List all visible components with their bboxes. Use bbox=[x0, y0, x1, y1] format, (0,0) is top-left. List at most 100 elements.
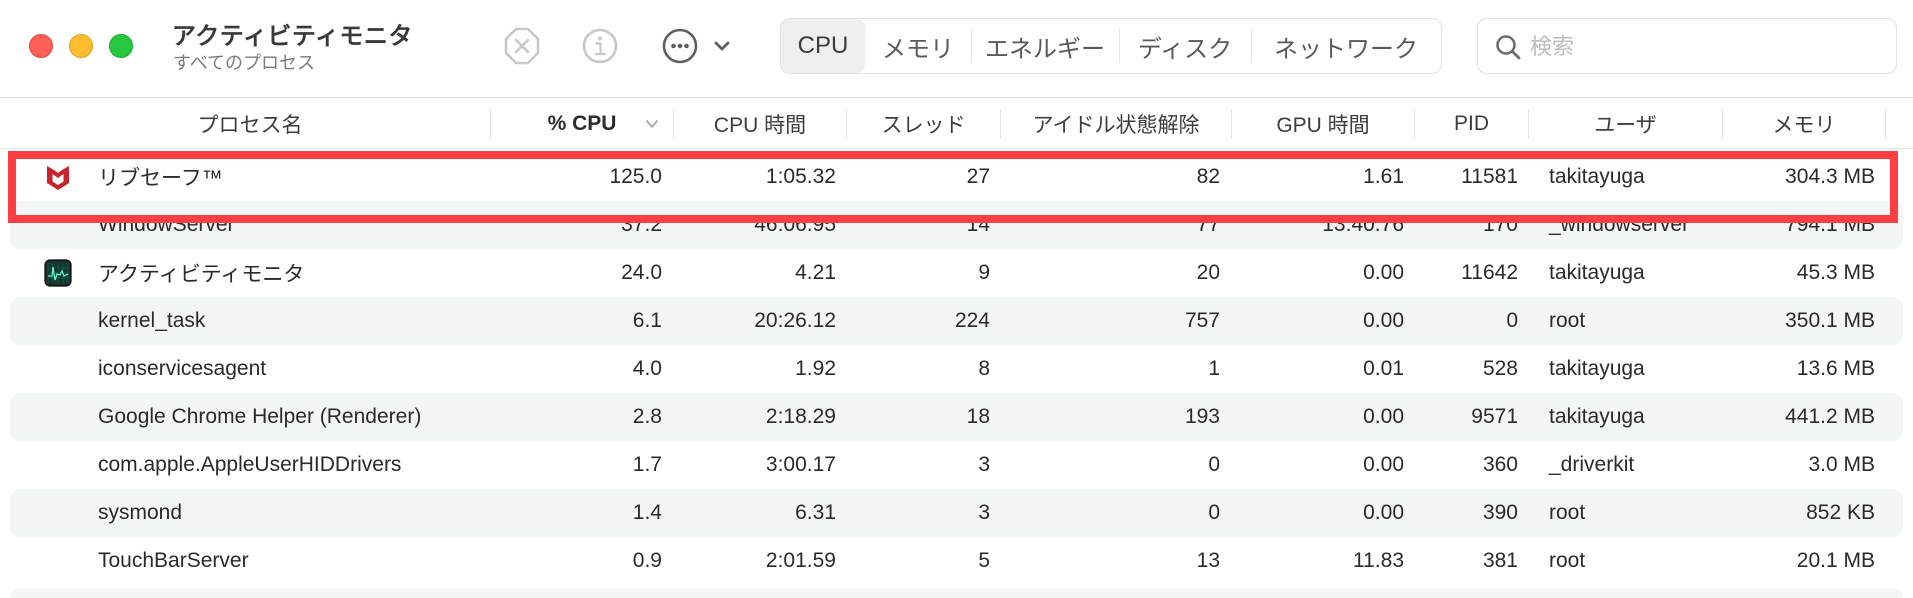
table-row[interactable]: sysmond 1.4 6.31 3 0 0.00 390 root 852 K… bbox=[10, 489, 1903, 537]
cell-cpu-time: 1.92 bbox=[795, 357, 836, 380]
table-row[interactable]: アクティビティモニタ 24.0 4.21 9 20 0.00 11642 tak… bbox=[10, 249, 1903, 297]
table-row[interactable]: WindowServer 37.2 46:06.95 14 77 13:40.7… bbox=[10, 201, 1903, 249]
cell-gpu-time: 0.01 bbox=[1363, 357, 1404, 380]
table-row[interactable]: Google Chrome Helper (Renderer) 2.8 2:18… bbox=[10, 393, 1903, 441]
cell-gpu-time: 0.00 bbox=[1363, 501, 1404, 524]
column-threads[interactable]: スレッド bbox=[847, 99, 1000, 149]
column-cpu-time[interactable]: CPU 時間 bbox=[674, 99, 846, 149]
cell-process-name: Google Chrome Helper (Renderer) bbox=[98, 405, 422, 428]
mcafee-shield-icon bbox=[44, 163, 72, 191]
cell-user: _driverkit bbox=[1549, 453, 1635, 476]
tab-memory[interactable]: メモリ bbox=[865, 19, 971, 73]
cell-gpu-time: 0.00 bbox=[1363, 261, 1404, 284]
more-actions-icon bbox=[662, 28, 698, 64]
table-row[interactable]: リブセーフ™ 125.0 1:05.32 27 82 1.61 11581 ta… bbox=[10, 153, 1903, 201]
search-field[interactable] bbox=[1477, 18, 1897, 74]
cell-cpu-percent: 1.7 bbox=[632, 453, 662, 476]
tab-cpu[interactable]: CPU bbox=[781, 19, 865, 73]
cell-process-name: kernel_task bbox=[98, 309, 206, 332]
cell-user: _windowserver bbox=[1549, 213, 1690, 236]
cell-memory: 441.2 MB bbox=[1785, 405, 1875, 428]
cell-user: takitayuga bbox=[1549, 261, 1645, 284]
info-icon bbox=[582, 28, 618, 64]
cell-cpu-time: 4.21 bbox=[795, 261, 836, 284]
cell-pid: 528 bbox=[1482, 357, 1518, 380]
cell-memory: 304.3 MB bbox=[1785, 165, 1875, 188]
window-title: アクティビティモニタ bbox=[172, 23, 413, 50]
cell-user: takitayuga bbox=[1549, 357, 1645, 380]
stop-process-button[interactable] bbox=[502, 26, 542, 66]
cell-idle-wakeups: 193 bbox=[1184, 405, 1220, 428]
column-cpu-percent-label: % CPU bbox=[547, 112, 617, 135]
cell-memory: 20.1 MB bbox=[1796, 549, 1875, 572]
table-row[interactable]: iconservicesagent 4.0 1.92 8 1 0.01 528 … bbox=[10, 345, 1903, 393]
cell-cpu-percent: 125.0 bbox=[609, 165, 662, 188]
minimize-window-button[interactable] bbox=[69, 34, 93, 58]
cell-pid: 11581 bbox=[1461, 165, 1518, 188]
window-subtitle: すべてのプロセス bbox=[173, 53, 316, 73]
table-row[interactable]: com.apple.AppleUserHIDDrivers 1.7 3:00.1… bbox=[10, 441, 1903, 489]
stop-process-icon bbox=[504, 27, 540, 65]
more-actions-button[interactable] bbox=[660, 26, 700, 66]
column-pid[interactable]: PID bbox=[1415, 99, 1528, 149]
cell-cpu-percent: 37.2 bbox=[621, 213, 662, 236]
tab-disk[interactable]: ディスク bbox=[1119, 19, 1251, 73]
more-actions-menu-toggle[interactable] bbox=[712, 36, 732, 56]
cell-idle-wakeups: 757 bbox=[1184, 309, 1220, 332]
cell-pid: 0 bbox=[1506, 309, 1518, 332]
cell-cpu-percent: 0.9 bbox=[632, 549, 662, 572]
cell-threads: 8 bbox=[978, 357, 990, 380]
cell-cpu-percent: 24.0 bbox=[621, 261, 662, 284]
cell-process-name: TouchBarServer bbox=[98, 549, 249, 572]
search-input[interactable] bbox=[1530, 27, 1880, 67]
cell-process-name: sysmond bbox=[98, 501, 183, 524]
cell-pid: 381 bbox=[1482, 549, 1518, 572]
column-divider[interactable] bbox=[1885, 109, 1886, 139]
cell-pid: 11642 bbox=[1461, 261, 1518, 284]
column-idle-wakeups[interactable]: アイドル状態解除 bbox=[1001, 99, 1231, 149]
tab-network[interactable]: ネットワーク bbox=[1251, 19, 1441, 73]
cell-pid: 170 bbox=[1482, 213, 1518, 236]
cell-gpu-time: 11.83 bbox=[1353, 549, 1404, 572]
cell-threads: 3 bbox=[978, 453, 990, 476]
column-user[interactable]: ユーザ bbox=[1529, 99, 1722, 149]
cell-memory: 45.3 MB bbox=[1796, 261, 1875, 284]
cell-idle-wakeups: 77 bbox=[1196, 213, 1220, 236]
cell-cpu-time: 1:05.32 bbox=[765, 165, 836, 188]
next-row-edge bbox=[10, 588, 1903, 598]
cell-idle-wakeups: 0 bbox=[1208, 453, 1220, 476]
column-gpu-time[interactable]: GPU 時間 bbox=[1232, 99, 1414, 149]
cell-cpu-time: 6.31 bbox=[795, 501, 836, 524]
view-tabs: CPU メモリ エネルギー ディスク ネットワーク bbox=[780, 18, 1442, 74]
cell-memory: 3.0 MB bbox=[1808, 453, 1875, 476]
cell-user: root bbox=[1549, 309, 1586, 332]
cell-process-name: iconservicesagent bbox=[98, 357, 267, 380]
column-process-name[interactable]: プロセス名 bbox=[10, 99, 490, 149]
column-memory[interactable]: メモリ bbox=[1723, 99, 1885, 149]
cell-user: root bbox=[1549, 549, 1586, 572]
cell-idle-wakeups: 20 bbox=[1196, 261, 1220, 284]
table-row[interactable]: kernel_task 6.1 20:26.12 224 757 0.00 0 … bbox=[10, 297, 1903, 345]
cell-idle-wakeups: 13 bbox=[1196, 549, 1220, 572]
search-icon bbox=[1494, 33, 1522, 61]
cell-process-name: アクティビティモニタ bbox=[98, 263, 305, 286]
tab-energy[interactable]: エネルギー bbox=[971, 19, 1119, 73]
cell-memory: 794.1 MB bbox=[1785, 213, 1875, 236]
close-window-button[interactable] bbox=[29, 34, 53, 58]
cell-gpu-time: 0.00 bbox=[1363, 405, 1404, 428]
cell-cpu-time: 46:06.95 bbox=[754, 213, 836, 236]
cell-gpu-time: 0.00 bbox=[1363, 309, 1404, 332]
cell-idle-wakeups: 82 bbox=[1196, 165, 1220, 188]
cell-cpu-time: 20:26.12 bbox=[754, 309, 836, 332]
cell-user: takitayuga bbox=[1549, 165, 1645, 188]
cell-process-name: com.apple.AppleUserHIDDrivers bbox=[98, 453, 402, 476]
cell-pid: 9571 bbox=[1471, 405, 1518, 428]
table-row[interactable]: TouchBarServer 0.9 2:01.59 5 13 11.83 38… bbox=[10, 537, 1903, 585]
cell-threads: 18 bbox=[966, 405, 990, 428]
column-cpu-percent[interactable]: % CPU bbox=[491, 99, 673, 149]
toolbar: アクティビティモニタ すべてのプロセス CPU メモリ エネルギー ディスク ネ… bbox=[0, 0, 1913, 98]
inspect-process-button[interactable] bbox=[580, 26, 620, 66]
cell-user: root bbox=[1549, 501, 1586, 524]
zoom-window-button[interactable] bbox=[109, 34, 133, 58]
cell-gpu-time: 1.61 bbox=[1363, 165, 1404, 188]
